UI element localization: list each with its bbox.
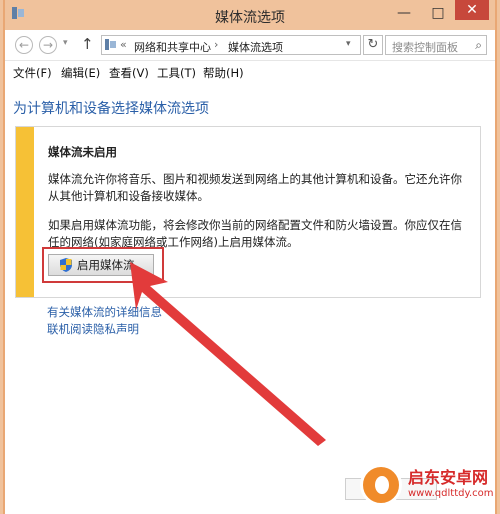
uac-shield-icon: [60, 258, 72, 272]
media-streaming-panel: 媒体流未启用 媒体流允许你将音乐、图片和视频发送到网络上的其他计算机和设备。它还…: [15, 126, 481, 298]
warning-strip: [16, 127, 34, 297]
window-title: 媒体流选项: [215, 10, 285, 26]
search-placeholder: 搜索控制面板: [392, 41, 458, 54]
panel-warning-text: 如果启用媒体流功能，将会修改你当前的网络配置文件和防火墙设置。你应仅在信任的网络…: [48, 218, 462, 249]
search-icon[interactable]: ⌕: [475, 38, 482, 53]
back-button[interactable]: ←: [15, 36, 33, 54]
media-streaming-window: 媒体流选项 — □ ✕ ← → ▾ ↑ « 网络和共享中心 › 媒体流选项 ▾ …: [3, 0, 497, 514]
panel-heading: 媒体流未启用: [48, 145, 117, 159]
address-bar[interactable]: « 网络和共享中心 › 媒体流选项 ▾: [101, 35, 361, 55]
watermark-url: www.qdlttdy.com: [408, 488, 494, 499]
breadcrumb-network-sharing-center[interactable]: 网络和共享中心: [134, 39, 211, 55]
close-button[interactable]: ✕: [455, 0, 489, 20]
maximize-button[interactable]: □: [427, 4, 449, 22]
panel-description: 媒体流允许你将音乐、图片和视频发送到网络上的其他计算机和设备。它还允许你从其他计…: [48, 172, 462, 203]
forward-button[interactable]: →: [39, 36, 57, 54]
menu-tools[interactable]: 工具(T): [157, 65, 196, 81]
recent-locations-chevron-icon[interactable]: ▾: [63, 38, 68, 48]
enable-button-label: 启用媒体流: [77, 258, 135, 272]
media-streaming-info-link[interactable]: 有关媒体流的详细信息: [47, 304, 162, 320]
minimize-button[interactable]: —: [393, 4, 415, 22]
breadcrumb-overflow[interactable]: «: [120, 38, 127, 51]
breadcrumb-media-streaming-options[interactable]: 媒体流选项: [228, 39, 283, 55]
menu-file[interactable]: 文件(F): [13, 65, 52, 81]
enable-media-streaming-button[interactable]: 启用媒体流: [48, 254, 154, 276]
up-button[interactable]: ↑: [81, 35, 94, 53]
watermark-logo: 启东安卓网 www.qdlttdy.com: [360, 462, 494, 508]
title-bar[interactable]: 媒体流选项 — □ ✕: [5, 0, 495, 30]
menu-edit[interactable]: 编辑(E): [61, 65, 100, 81]
watermark-logo-icon: [360, 464, 402, 506]
control-panel-location-icon: [105, 39, 116, 50]
breadcrumb-separator[interactable]: ›: [214, 38, 218, 51]
search-input[interactable]: 搜索控制面板 ⌕: [385, 35, 487, 55]
menu-view[interactable]: 查看(V): [109, 65, 149, 81]
menu-help[interactable]: 帮助(H): [203, 65, 244, 81]
address-dropdown-chevron-icon[interactable]: ▾: [346, 39, 351, 49]
page-title: 为计算机和设备选择媒体流选项: [13, 101, 209, 117]
menu-bar: 文件(F) 编辑(E) 查看(V) 工具(T) 帮助(H): [5, 61, 495, 83]
privacy-statement-link[interactable]: 联机阅读隐私声明: [47, 321, 139, 337]
watermark-name: 启东安卓网: [408, 468, 489, 487]
navigation-bar: ← → ▾ ↑ « 网络和共享中心 › 媒体流选项 ▾ ↻ 搜索控制面板 ⌕: [5, 30, 495, 61]
refresh-button[interactable]: ↻: [363, 35, 383, 55]
